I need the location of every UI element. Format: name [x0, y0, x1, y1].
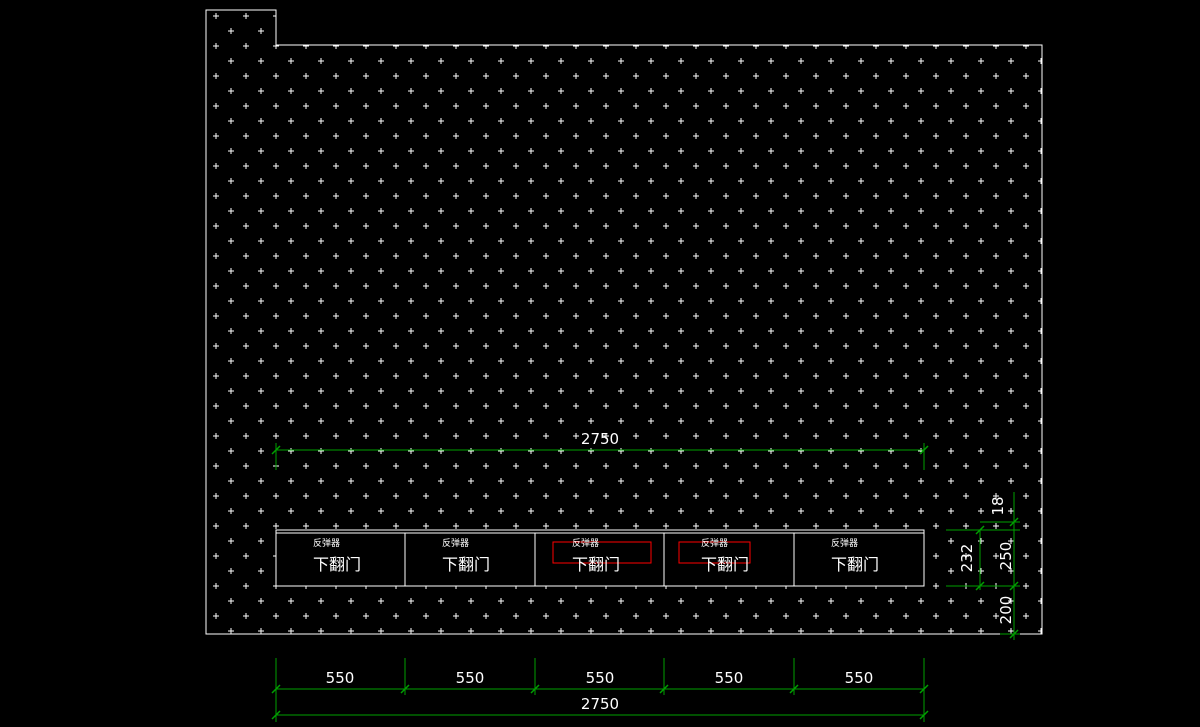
cabinet-1-main-label: 下翻门 — [313, 555, 361, 574]
cad-drawing-canvas: 2750 反弹器 下翻门 反弹器 下翻门 反弹器 下翻门 反弹器 下翻门 反弹器… — [0, 0, 1200, 727]
bottom-segment-3-label: 550 — [586, 669, 615, 687]
bottom-segment-4-label: 550 — [715, 669, 744, 687]
cabinet-4-top-label: 反弹器 — [701, 537, 728, 549]
right-gap-dimension-label: 18 — [989, 496, 1007, 515]
cabinet-2-main-label: 下翻门 — [442, 555, 490, 574]
right-bottom-dimension-label: 200 — [997, 596, 1015, 625]
cabinet-1-top-label: 反弹器 — [313, 537, 340, 549]
bottom-segment-2-label: 550 — [456, 669, 485, 687]
cabinet-5-top-label: 反弹器 — [831, 537, 858, 549]
cabinet-row: 反弹器 下翻门 反弹器 下翻门 反弹器 下翻门 反弹器 下翻门 反弹器 下翻门 — [275, 529, 925, 587]
cabinet-2-top-label: 反弹器 — [442, 537, 469, 549]
bottom-total-dimension-label: 2750 — [581, 695, 619, 713]
cabinet-3-top-label: 反弹器 — [572, 537, 599, 549]
top-total-dimension-label: 2750 — [581, 430, 619, 448]
bottom-segment-1-label: 550 — [326, 669, 355, 687]
cabinet-3-main-label: 下翻门 — [572, 555, 620, 574]
bottom-segment-5-label: 550 — [845, 669, 874, 687]
right-inner-dimension-label: 232 — [958, 544, 976, 573]
cabinet-5-main-label: 下翻门 — [831, 555, 879, 574]
right-outer-dimension-label: 250 — [997, 542, 1015, 571]
cabinet-4-main-label: 下翻门 — [701, 555, 749, 574]
